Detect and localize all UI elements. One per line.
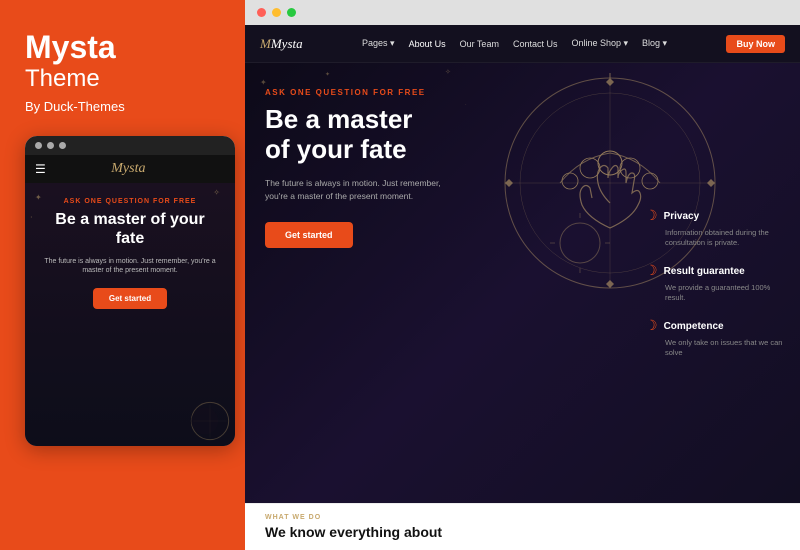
mobile-dot-3 bbox=[59, 142, 66, 149]
browser-bar bbox=[245, 0, 800, 25]
mobile-dot-1 bbox=[35, 142, 42, 149]
feature-guarantee: ☽ Result guarantee We provide a guarante… bbox=[645, 263, 785, 304]
mobile-star-3: · bbox=[30, 213, 33, 222]
site-logo: MMysta bbox=[260, 35, 303, 53]
guarantee-crescent-icon: ☽ bbox=[645, 263, 658, 280]
hero-description: The future is always in motion. Just rem… bbox=[265, 177, 465, 204]
nav-link-about[interactable]: About Us bbox=[409, 39, 446, 49]
website-preview: MMysta Pages ▾ About Us Our Team Contact… bbox=[245, 25, 800, 550]
what-we-do-tag: WHAT WE DO bbox=[265, 514, 780, 521]
mobile-top-bar bbox=[25, 136, 235, 155]
site-hero: ✦ ✧ ✦ · ✧ bbox=[245, 63, 800, 503]
what-we-do-title: We know everything about bbox=[265, 524, 780, 540]
guarantee-desc: We provide a guaranteed 100% result. bbox=[645, 283, 785, 304]
competence-desc: We only take on issues that we can solve bbox=[645, 338, 785, 359]
nav-link-contact[interactable]: Contact Us bbox=[513, 39, 558, 49]
browser-dot-red bbox=[257, 8, 266, 17]
hero-tag: ASK ONE QUESTION FOR FREE bbox=[265, 88, 485, 97]
browser-dot-yellow bbox=[272, 8, 281, 17]
mobile-dot-2 bbox=[47, 142, 54, 149]
hero-cta-button[interactable]: Get started bbox=[265, 222, 353, 248]
browser-dot-green bbox=[287, 8, 296, 17]
right-panel: MMysta Pages ▾ About Us Our Team Contact… bbox=[245, 0, 800, 550]
privacy-title: Privacy bbox=[664, 211, 700, 222]
buy-now-button[interactable]: Buy Now bbox=[726, 35, 785, 53]
hero-left-content: ASK ONE QUESTION FOR FREE Be a master of… bbox=[245, 63, 505, 503]
competence-title: Competence bbox=[664, 321, 724, 332]
hero-features: ☽ Privacy Information obtained during th… bbox=[630, 63, 800, 503]
mobile-hero: ✦ ✧ · ASK ONE QUESTION FOR FREE Be a mas… bbox=[25, 183, 235, 446]
mobile-cta-button[interactable]: Get started bbox=[93, 288, 167, 309]
brand-name: Mysta bbox=[25, 30, 220, 65]
site-nav-links: Pages ▾ About Us Our Team Contact Us Onl… bbox=[362, 38, 667, 49]
mobile-hero-tag: ASK ONE QUESTION FOR FREE bbox=[40, 198, 220, 205]
nav-link-team[interactable]: Our Team bbox=[460, 39, 499, 49]
left-panel: Mysta Theme By Duck-Themes ☰ Mysta ✦ ✧ ·… bbox=[0, 0, 245, 550]
mobile-nav: ☰ Mysta bbox=[25, 155, 235, 183]
feature-competence: ☽ Competence We only take on issues that… bbox=[645, 318, 785, 359]
site-bottom: WHAT WE DO We know everything about bbox=[245, 503, 800, 550]
mobile-crescent-svg bbox=[190, 401, 230, 441]
competence-crescent-icon: ☽ bbox=[645, 318, 658, 335]
mobile-hero-desc: The future is always in motion. Just rem… bbox=[40, 257, 220, 277]
privacy-crescent-icon: ☽ bbox=[645, 208, 658, 225]
mobile-star-2: ✧ bbox=[213, 188, 220, 197]
mobile-hero-title: Be a master of your fate bbox=[40, 210, 220, 248]
guarantee-title: Result guarantee bbox=[664, 266, 745, 277]
mobile-content: ☰ Mysta ✦ ✧ · ASK ONE QUESTION FOR FREE … bbox=[25, 155, 235, 446]
nav-link-pages[interactable]: Pages ▾ bbox=[362, 38, 395, 49]
privacy-desc: Information obtained during the consulta… bbox=[645, 228, 785, 249]
feature-privacy: ☽ Privacy Information obtained during th… bbox=[645, 208, 785, 249]
mobile-mockup: ☰ Mysta ✦ ✧ · ASK ONE QUESTION FOR FREE … bbox=[25, 136, 235, 446]
brand-subtitle: Theme bbox=[25, 65, 220, 93]
mobile-logo: Mysta bbox=[111, 161, 145, 177]
nav-link-shop[interactable]: Online Shop ▾ bbox=[571, 38, 628, 49]
brand-by: By Duck-Themes bbox=[25, 99, 220, 114]
mobile-star-1: ✦ bbox=[35, 193, 42, 202]
hero-title: Be a master of your fate bbox=[265, 105, 485, 165]
site-nav: MMysta Pages ▾ About Us Our Team Contact… bbox=[245, 25, 800, 63]
mobile-hamburger-icon: ☰ bbox=[35, 162, 46, 177]
nav-link-blog[interactable]: Blog ▾ bbox=[642, 38, 667, 49]
